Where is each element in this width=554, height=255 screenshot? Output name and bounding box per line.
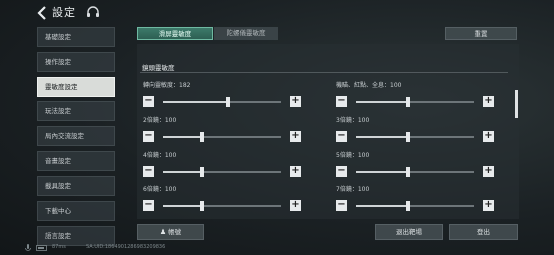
slider-label: 2倍鏡：100 xyxy=(143,117,177,124)
minus-button[interactable]: − xyxy=(336,200,347,211)
battery-icon xyxy=(36,245,47,251)
plus-button[interactable]: + xyxy=(290,200,301,211)
plus-button[interactable]: + xyxy=(290,166,301,177)
sensitivity-slider[interactable]: − + xyxy=(143,200,301,214)
slider-track[interactable] xyxy=(163,201,281,211)
slider-label: 6倍鏡：100 xyxy=(143,186,177,193)
account-button-label: 帳號 xyxy=(168,228,182,236)
logout-button[interactable]: 登出 xyxy=(449,224,518,240)
sidebar-item-controls[interactable]: 操作設定 xyxy=(37,52,115,72)
slider-track[interactable] xyxy=(163,132,281,142)
uid-text: SA.UID:1864901286983209836 xyxy=(86,244,166,250)
plus-button[interactable]: + xyxy=(483,200,494,211)
slider-fill xyxy=(356,171,408,173)
slider-label: 5倍鏡：100 xyxy=(336,152,370,159)
sidebar-item-vehicle[interactable]: 載具設定 xyxy=(37,176,115,196)
back-icon[interactable] xyxy=(36,6,48,20)
slider-thumb[interactable] xyxy=(225,97,230,107)
slider-track[interactable] xyxy=(356,167,474,177)
slider-label: 3倍鏡：100 xyxy=(336,117,370,124)
slider-track[interactable] xyxy=(356,132,474,142)
plus-button[interactable]: + xyxy=(483,131,494,142)
account-button[interactable]: ♟ 帳號 xyxy=(137,224,204,240)
minus-button[interactable]: − xyxy=(143,166,154,177)
minus-button[interactable]: − xyxy=(143,131,154,142)
sensitivity-slider[interactable]: − + xyxy=(336,200,494,214)
slider-fill xyxy=(163,101,228,103)
minus-button[interactable]: − xyxy=(336,166,347,177)
plus-button[interactable]: + xyxy=(290,96,301,107)
sidebar-item-basic[interactable]: 基礎設定 xyxy=(37,27,115,47)
sensitivity-slider[interactable]: − + xyxy=(143,131,301,145)
slider-thumb[interactable] xyxy=(199,201,204,211)
slider-thumb[interactable] xyxy=(405,97,410,107)
sidebar-item-language[interactable]: 語言設定 xyxy=(37,226,115,246)
mic-icon xyxy=(25,244,31,251)
slider-fill xyxy=(356,101,408,103)
sensitivity-slider[interactable]: − + xyxy=(143,96,301,110)
user-icon: ♟ xyxy=(159,228,167,236)
headset-icon[interactable] xyxy=(86,5,100,19)
slider-label: 4倍鏡：100 xyxy=(143,152,177,159)
minus-button[interactable]: − xyxy=(336,96,347,107)
sidebar-item-gameplay[interactable]: 玩法設定 xyxy=(37,101,115,121)
plus-button[interactable]: + xyxy=(483,166,494,177)
minus-button[interactable]: − xyxy=(336,131,347,142)
sensitivity-slider[interactable]: − + xyxy=(336,96,494,110)
page-title: 設定 xyxy=(52,6,76,19)
plus-button[interactable]: + xyxy=(483,96,494,107)
ping-text: 87ms xyxy=(52,244,66,250)
slider-thumb[interactable] xyxy=(405,132,410,142)
slider-fill xyxy=(163,205,202,207)
minus-button[interactable]: − xyxy=(143,96,154,107)
sidebar-item-download[interactable]: 下載中心 xyxy=(37,201,115,221)
sensitivity-slider[interactable]: − + xyxy=(336,131,494,145)
slider-track[interactable] xyxy=(356,201,474,211)
slider-fill xyxy=(356,205,408,207)
sidebar-item-communication[interactable]: 局內交流設定 xyxy=(37,126,115,146)
slider-thumb[interactable] xyxy=(199,132,204,142)
sidebar-item-audio-video[interactable]: 音畫設定 xyxy=(37,151,115,171)
slider-track[interactable] xyxy=(163,167,281,177)
section-title: 鏡頭靈敏度 xyxy=(142,64,175,72)
slider-fill xyxy=(163,171,202,173)
slider-label: 機瞄、紅點、全息：100 xyxy=(336,82,402,89)
scrollbar[interactable] xyxy=(515,90,518,118)
tab-gyro-sensitivity[interactable]: 陀螺儀靈敏度 xyxy=(214,27,278,40)
section-divider xyxy=(140,72,508,73)
exit-range-button[interactable]: 退出靶場 xyxy=(375,224,443,240)
slider-track[interactable] xyxy=(163,97,281,107)
slider-track[interactable] xyxy=(356,97,474,107)
sensitivity-slider[interactable]: − + xyxy=(143,166,301,180)
slider-thumb[interactable] xyxy=(405,201,410,211)
slider-label: 轉向靈敏度：182 xyxy=(143,82,191,89)
sensitivity-slider[interactable]: − + xyxy=(336,166,494,180)
slider-thumb[interactable] xyxy=(199,167,204,177)
slider-fill xyxy=(163,136,202,138)
minus-button[interactable]: − xyxy=(143,200,154,211)
slider-thumb[interactable] xyxy=(405,167,410,177)
tab-swipe-sensitivity[interactable]: 滑屏靈敏度 xyxy=(137,27,213,40)
plus-button[interactable]: + xyxy=(290,131,301,142)
reset-button[interactable]: 重置 xyxy=(445,27,517,40)
slider-fill xyxy=(356,136,408,138)
sidebar-item-sensitivity[interactable]: 靈敏度設定 xyxy=(37,77,115,97)
slider-label: 7倍鏡：100 xyxy=(336,186,370,193)
